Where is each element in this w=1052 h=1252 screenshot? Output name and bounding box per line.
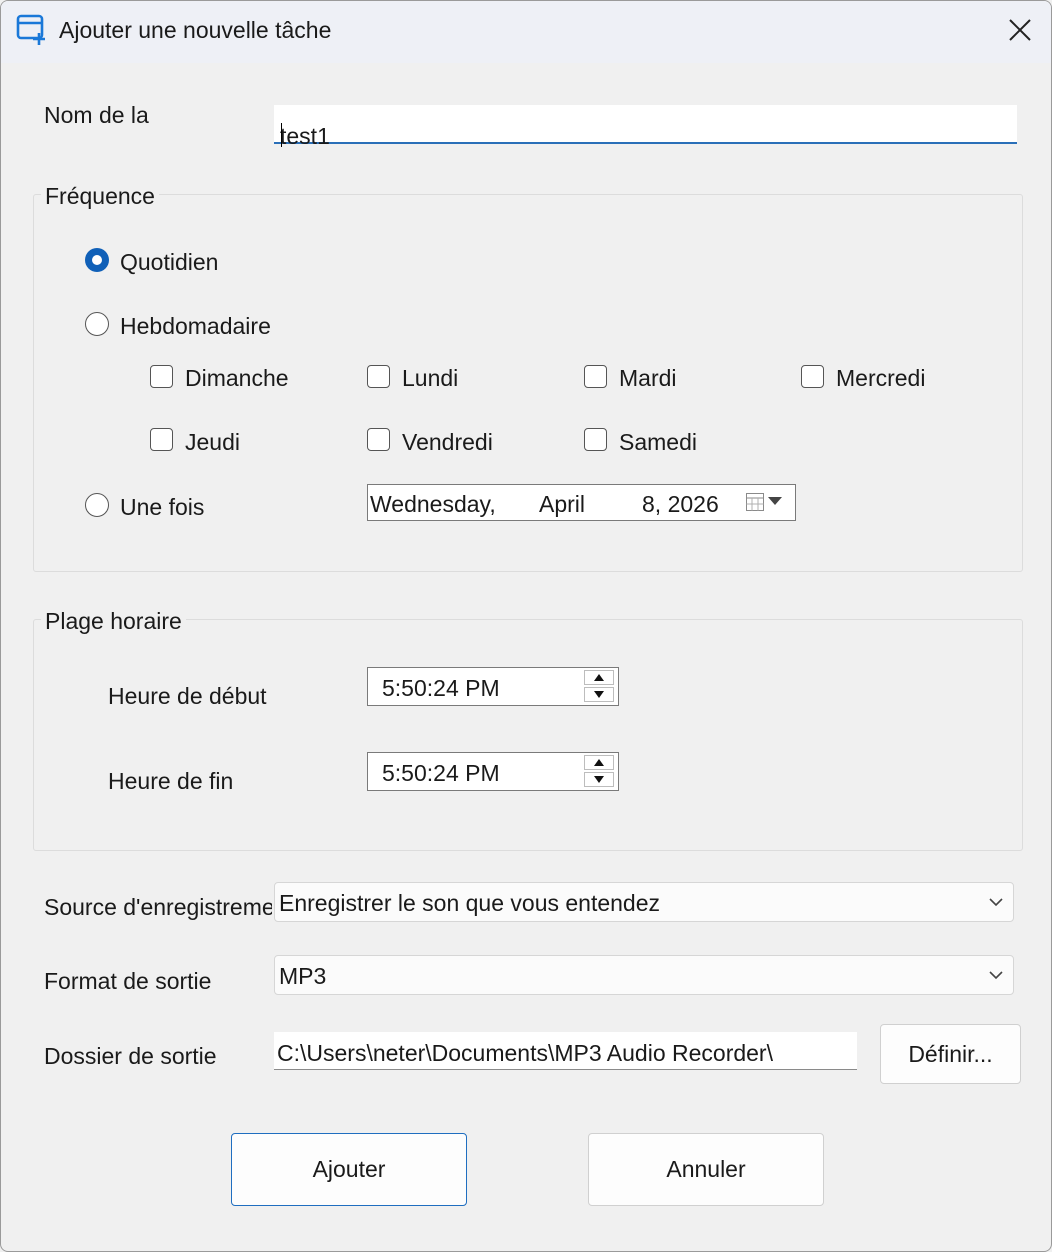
radio-daily[interactable]	[85, 248, 109, 272]
end-time-label: Heure de fin	[108, 768, 234, 794]
radio-daily-label[interactable]: Quotidien	[120, 249, 218, 276]
checkbox-sunday-label[interactable]: Dimanche	[185, 365, 289, 392]
time-range-group-title: Plage horaire	[41, 608, 186, 635]
start-time-value[interactable]: 5:50:24 PM	[382, 675, 500, 702]
checkbox-wednesday[interactable]	[801, 365, 824, 388]
output-folder-input[interactable]: C:\Users\neter\Documents\MP3 Audio Recor…	[274, 1032, 857, 1070]
start-time-spinner[interactable]	[584, 670, 614, 703]
recording-source-label: Source d'enregistreme	[44, 894, 272, 920]
checkbox-tuesday[interactable]	[584, 365, 607, 388]
output-format-value[interactable]: MP3	[279, 963, 326, 990]
radio-once[interactable]	[85, 493, 109, 517]
start-time-input[interactable]: 5:50:24 PM	[367, 667, 619, 706]
checkbox-friday-label[interactable]: Vendredi	[402, 429, 493, 456]
checkbox-wednesday-label[interactable]: Mercredi	[836, 365, 925, 392]
checkbox-saturday[interactable]	[584, 428, 607, 451]
date-day-year[interactable]: 8, 2026	[642, 491, 719, 518]
date-month[interactable]: April	[539, 491, 585, 518]
spin-up-icon[interactable]	[584, 670, 614, 685]
chevron-down-icon[interactable]	[989, 897, 1003, 907]
radio-once-label[interactable]: Une fois	[120, 494, 204, 521]
close-icon	[1009, 19, 1031, 41]
checkbox-sunday[interactable]	[150, 365, 173, 388]
chevron-down-icon[interactable]	[989, 970, 1003, 980]
cancel-button[interactable]: Annuler	[588, 1133, 824, 1206]
radio-weekly-label[interactable]: Hebdomadaire	[120, 313, 271, 340]
window-title: Ajouter une nouvelle tâche	[59, 17, 332, 43]
recording-source-value[interactable]: Enregistrer le son que vous entendez	[279, 890, 660, 917]
calendar-add-icon	[16, 14, 45, 45]
end-time-value[interactable]: 5:50:24 PM	[382, 760, 500, 787]
chevron-down-icon[interactable]	[768, 497, 782, 505]
output-folder-value[interactable]: C:\Users\neter\Documents\MP3 Audio Recor…	[277, 1040, 773, 1067]
task-name-value: test1	[280, 123, 330, 149]
checkbox-thursday-label[interactable]: Jeudi	[185, 429, 240, 456]
browse-folder-button[interactable]: Définir...	[880, 1024, 1021, 1084]
checkbox-saturday-label[interactable]: Samedi	[619, 429, 697, 456]
spin-down-icon[interactable]	[584, 772, 614, 787]
add-button[interactable]: Ajouter	[231, 1133, 467, 1206]
checkbox-friday[interactable]	[367, 428, 390, 451]
calendar-icon[interactable]	[746, 493, 764, 511]
time-range-group	[33, 619, 1023, 851]
title-bar: Ajouter une nouvelle tâche	[1, 1, 1051, 63]
checkbox-thursday[interactable]	[150, 428, 173, 451]
close-button[interactable]	[989, 1, 1051, 59]
add-task-dialog: Ajouter une nouvelle tâche Nom de la tes…	[0, 0, 1052, 1252]
spin-down-icon[interactable]	[584, 687, 614, 702]
checkbox-tuesday-label[interactable]: Mardi	[619, 365, 677, 392]
start-time-label: Heure de début	[108, 683, 267, 709]
checkbox-monday-label[interactable]: Lundi	[402, 365, 458, 392]
radio-weekly[interactable]	[85, 312, 109, 336]
output-format-select[interactable]: MP3	[274, 955, 1014, 995]
date-picker[interactable]: Wednesday, April 8, 2026	[367, 484, 796, 521]
task-name-input[interactable]: test1	[274, 105, 1017, 149]
output-folder-label: Dossier de sortie	[44, 1043, 217, 1069]
date-weekday[interactable]: Wednesday,	[370, 491, 496, 518]
checkbox-monday[interactable]	[367, 365, 390, 388]
frequency-group-title: Fréquence	[41, 183, 159, 210]
task-name-label: Nom de la	[44, 102, 149, 128]
recording-source-select[interactable]: Enregistrer le son que vous entendez	[274, 882, 1014, 922]
output-format-label: Format de sortie	[44, 968, 212, 994]
end-time-spinner[interactable]	[584, 755, 614, 788]
spin-up-icon[interactable]	[584, 755, 614, 770]
end-time-input[interactable]: 5:50:24 PM	[367, 752, 619, 791]
